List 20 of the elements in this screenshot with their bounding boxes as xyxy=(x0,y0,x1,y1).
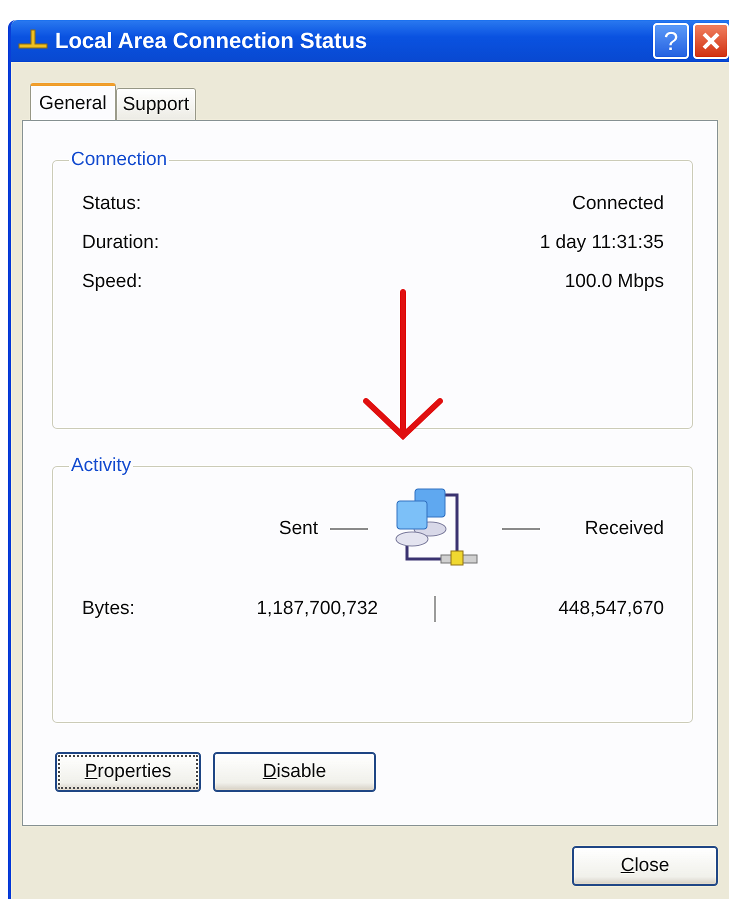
bytes-sent-value: 1,187,700,732 xyxy=(255,598,378,620)
field-value: Connected xyxy=(572,192,664,214)
field-value: 100.0 Mbps xyxy=(564,270,664,292)
close-button[interactable]: Close xyxy=(572,846,718,886)
window-title: Local Area Connection Status xyxy=(55,28,368,54)
push-button[interactable]: Properties xyxy=(55,752,201,792)
field-value: 1 day 11:31:35 xyxy=(540,232,664,254)
bytes-label: Bytes: xyxy=(82,598,136,620)
tab[interactable]: Support xyxy=(116,88,196,120)
push-button[interactable]: Disable xyxy=(213,752,376,792)
group-title: Activity xyxy=(70,455,132,477)
bytes-received-value: 448,547,670 xyxy=(557,598,664,620)
field-label: Status: xyxy=(82,192,142,214)
tab[interactable]: General xyxy=(30,83,116,121)
group-title: Connection xyxy=(70,149,168,171)
field-label: Speed: xyxy=(82,270,142,292)
sent-label: Sent xyxy=(278,518,318,540)
received-label: Received xyxy=(584,518,664,540)
field-label: Duration: xyxy=(82,232,160,254)
help-button[interactable]: ? xyxy=(653,23,689,59)
